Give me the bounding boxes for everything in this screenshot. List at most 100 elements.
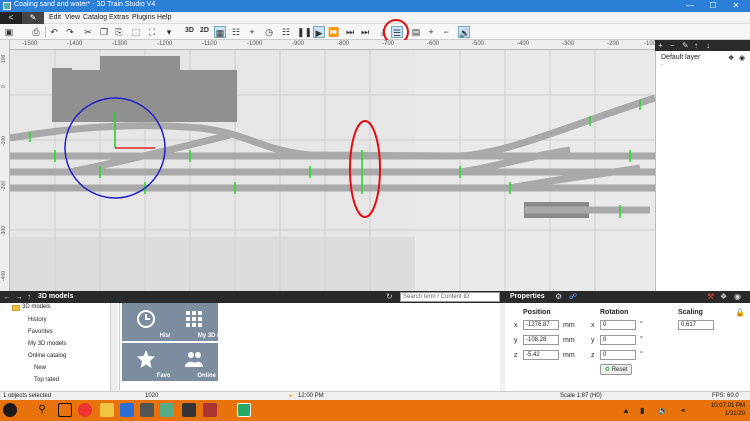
network-tray-icon[interactable]: ▲ bbox=[622, 406, 630, 415]
fps-status: FPS: 60.0 bbox=[712, 393, 739, 399]
refresh-icon[interactable]: ↻ bbox=[386, 292, 393, 301]
tile-history[interactable]: History bbox=[122, 303, 180, 341]
pin-icon[interactable]: ❖ bbox=[720, 292, 727, 301]
dropdown-icon[interactable]: ▾ bbox=[163, 26, 175, 38]
file-explorer-icon[interactable] bbox=[100, 403, 114, 417]
back-button[interactable]: < bbox=[0, 12, 22, 24]
rotation-x-field[interactable]: 0 bbox=[600, 320, 636, 330]
avatar-icon[interactable] bbox=[3, 403, 17, 417]
reset-button[interactable]: ♻ Reset bbox=[600, 364, 632, 375]
view-2d-button[interactable]: 2D bbox=[200, 27, 209, 34]
layout-canvas[interactable] bbox=[10, 50, 655, 291]
tile-favorites[interactable]: Favorites bbox=[122, 343, 183, 381]
forward-arrow-icon[interactable]: → bbox=[15, 292, 23, 301]
fast-forward-icon[interactable]: ⏩ bbox=[328, 26, 340, 38]
cut-icon[interactable]: ✂ bbox=[82, 26, 94, 38]
skip-end-icon[interactable]: ⏭ bbox=[359, 26, 371, 38]
eye-icon[interactable]: ◉ bbox=[739, 54, 745, 62]
menu-extras[interactable]: Extras bbox=[109, 14, 129, 21]
scaling-field[interactable]: 0.617 bbox=[678, 320, 714, 330]
paste-icon[interactable]: ⎘ bbox=[113, 26, 125, 38]
layer-name[interactable]: Default layer bbox=[661, 54, 700, 61]
clock-icon[interactable]: ◷ bbox=[263, 26, 275, 38]
system-clock[interactable]: 10:07:01 PM 1/31/20 bbox=[711, 402, 745, 418]
eye-icon[interactable]: ◉ bbox=[734, 292, 741, 301]
move-down-icon[interactable]: ↓ bbox=[706, 40, 710, 51]
network-icon[interactable]: ☍ bbox=[569, 292, 577, 301]
ruler-icon[interactable]: ☷ bbox=[230, 26, 242, 38]
pause-icon[interactable]: ❚❚ bbox=[297, 26, 312, 38]
volume-icon[interactable]: 🔈 bbox=[658, 406, 668, 415]
train-studio-icon[interactable] bbox=[237, 403, 251, 417]
powerpoint-icon[interactable] bbox=[203, 403, 217, 417]
tile-my-3d-models[interactable]: My 3D models bbox=[170, 303, 238, 341]
edit-mode-icon[interactable]: ✎ bbox=[22, 12, 44, 24]
ruler-tick: -1200 bbox=[157, 41, 173, 47]
maximize-button[interactable]: ☐ bbox=[703, 0, 723, 12]
sound-icon[interactable]: 🔊 bbox=[458, 26, 470, 38]
search-input[interactable]: Search term / Content ID bbox=[400, 292, 500, 302]
grid-icon[interactable]: ▦ bbox=[214, 26, 226, 38]
edge-icon[interactable] bbox=[120, 403, 134, 417]
reset-label: Reset bbox=[611, 367, 628, 373]
position-z-field[interactable]: -5.42 bbox=[523, 350, 559, 360]
menu-catalog[interactable]: Catalog bbox=[83, 14, 107, 21]
select-area-icon[interactable]: ⬚ bbox=[130, 26, 142, 38]
add-icon[interactable]: + bbox=[246, 26, 258, 38]
gear-icon[interactable]: ⚙ bbox=[555, 292, 562, 301]
tree-item-my-3d-models[interactable]: My 3D models bbox=[28, 341, 66, 347]
play-icon[interactable]: ▶ bbox=[313, 26, 325, 38]
task-view-icon[interactable] bbox=[58, 403, 72, 417]
unit-label: mm bbox=[563, 337, 575, 344]
chrome-icon[interactable] bbox=[78, 403, 92, 417]
tree-item-top-rated[interactable]: Top rated bbox=[34, 377, 59, 383]
print-icon[interactable]: ⎙ bbox=[30, 26, 42, 38]
tree-item-new[interactable]: New bbox=[34, 365, 46, 371]
pin-icon[interactable]: ❖ bbox=[728, 54, 734, 62]
close-button[interactable]: ✕ bbox=[726, 0, 746, 12]
store-icon[interactable] bbox=[140, 403, 154, 417]
zoom-out-icon[interactable]: − bbox=[440, 26, 452, 38]
back-arrow-icon[interactable]: ← bbox=[3, 292, 11, 301]
zoom-fit-icon[interactable]: ⛶ bbox=[146, 26, 158, 38]
tree-scrollbar[interactable] bbox=[110, 303, 118, 391]
redo-icon[interactable]: ↷ bbox=[64, 26, 76, 38]
copy-icon[interactable]: ❐ bbox=[98, 26, 110, 38]
track-plan[interactable] bbox=[10, 50, 655, 291]
wifi-icon[interactable]: ⚭ bbox=[680, 406, 687, 415]
menu-plugins[interactable]: Plugins bbox=[132, 14, 155, 21]
railway-icon[interactable]: ☷ bbox=[280, 26, 292, 38]
menu-edit[interactable]: Edit bbox=[49, 14, 61, 21]
measure-icon[interactable]: ▤ bbox=[410, 26, 422, 38]
battery-icon[interactable]: ▮ bbox=[640, 406, 644, 415]
position-y-field[interactable]: -108.28 bbox=[523, 335, 559, 345]
faster-forward-icon[interactable]: ⏭ bbox=[344, 26, 356, 38]
add-layer-icon[interactable]: + bbox=[658, 40, 663, 51]
lock-icon[interactable]: 🔒 bbox=[735, 308, 745, 317]
position-x-field[interactable]: -1276.87 bbox=[523, 320, 559, 330]
save-icon[interactable]: ▣ bbox=[3, 26, 15, 38]
tree-item-3d-models[interactable]: 3D models bbox=[22, 304, 51, 310]
windows-taskbar: ⚲ ▲ ▮ 🔈 ⚭ 10:07:01 PM 1/31/20 bbox=[0, 400, 750, 421]
undo-icon[interactable]: ↶ bbox=[48, 26, 60, 38]
tree-item-favorites[interactable]: Favorites bbox=[28, 329, 53, 335]
minimize-button[interactable]: — bbox=[680, 0, 700, 12]
edit-layer-icon[interactable]: ✎ bbox=[682, 40, 689, 51]
tile-online-catalog[interactable]: Online catalog bbox=[170, 343, 239, 381]
app-icon-taskbar[interactable] bbox=[160, 403, 174, 417]
menu-view[interactable]: View bbox=[65, 14, 80, 21]
ruler-tick: -900 bbox=[292, 41, 305, 47]
tree-item-history[interactable]: History bbox=[28, 317, 47, 323]
up-arrow-icon[interactable]: ↑ bbox=[27, 292, 31, 301]
remove-layer-icon[interactable]: − bbox=[670, 40, 675, 51]
calculator-icon[interactable] bbox=[182, 403, 196, 417]
tree-item-online-catalog[interactable]: Online catalog bbox=[28, 353, 66, 359]
view-3d-button[interactable]: 3D bbox=[185, 27, 194, 34]
move-up-icon[interactable]: ↑ bbox=[694, 40, 698, 51]
rotation-z-field[interactable]: 0 bbox=[600, 350, 636, 360]
rotation-y-field[interactable]: 0 bbox=[600, 335, 636, 345]
tool-icon[interactable]: ⚒ bbox=[707, 292, 714, 301]
menu-help[interactable]: Help bbox=[157, 14, 171, 21]
search-icon[interactable]: ⚲ bbox=[35, 403, 49, 417]
zoom-in-icon[interactable]: + bbox=[425, 26, 437, 38]
